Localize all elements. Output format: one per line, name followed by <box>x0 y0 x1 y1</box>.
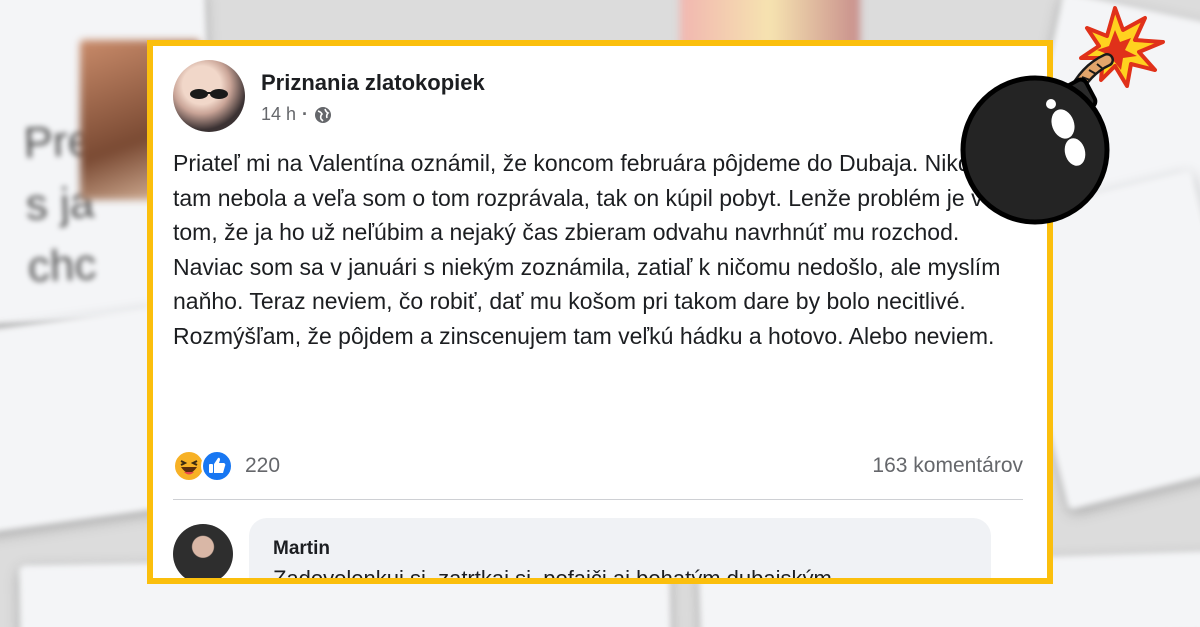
page-name[interactable]: Priznania zlatokopiek <box>261 70 485 96</box>
bomb-icon <box>960 6 1165 225</box>
comment-bubble: Martin Zadovolenkuj si, zatrtkaj si, pof… <box>249 518 991 584</box>
like-icon <box>201 450 233 482</box>
post-time[interactable]: 14 h <box>261 104 296 125</box>
sunglasses-icon <box>190 89 228 99</box>
post-text: Priateľ mi na Valentína oznámil, že konc… <box>173 150 1032 349</box>
facebook-post: Priznania zlatokopiek 14 h · Priateľ mi … <box>147 40 1053 584</box>
comments-count[interactable]: 163 komentárov <box>872 454 1023 478</box>
reaction-count: 220 <box>245 454 281 477</box>
divider <box>173 499 1023 500</box>
globe-icon <box>315 106 332 123</box>
post-meta: 14 h · <box>261 104 332 125</box>
post-body: Priateľ mi na Valentína oznámil, že konc… <box>173 146 1033 353</box>
comment-avatar[interactable] <box>173 524 233 578</box>
meta-separator: · <box>302 104 309 124</box>
comment-author[interactable]: Martin <box>273 538 330 560</box>
page-avatar[interactable] <box>173 60 245 132</box>
comment-text: Zadovolenkuj si, zatrtkaj si, pofajči aj… <box>273 566 832 584</box>
reactions-summary[interactable]: 220 <box>173 450 280 482</box>
